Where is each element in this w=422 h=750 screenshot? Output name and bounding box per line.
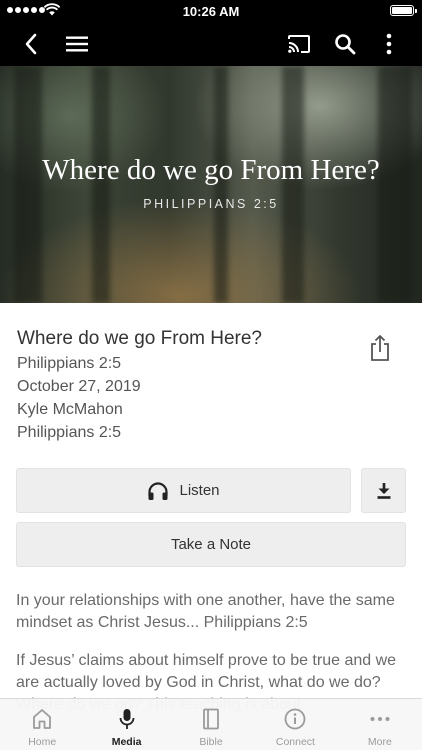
bottom-tab-bar: Home Media Bible Connect More <box>0 698 422 750</box>
search-icon <box>335 34 356 55</box>
listen-label: Listen <box>179 482 220 499</box>
back-button[interactable] <box>15 28 47 60</box>
sermon-title: Where do we go From Here? <box>17 328 262 349</box>
download-icon <box>377 482 390 499</box>
share-button[interactable] <box>364 332 396 364</box>
hero-title: Where do we go From Here? <box>42 154 380 186</box>
sermon-date: October 27, 2019 <box>17 378 141 395</box>
tab-more[interactable]: More <box>338 699 422 750</box>
search-button[interactable] <box>329 28 361 60</box>
tab-bible-label: Bible <box>199 736 223 748</box>
take-a-note-label: Take a Note <box>170 536 252 553</box>
tab-home[interactable]: Home <box>0 699 84 750</box>
hamburger-menu-icon <box>66 36 88 52</box>
take-a-note-button[interactable]: Take a Note <box>16 522 406 567</box>
top-nav-bar <box>0 22 422 66</box>
battery-icon <box>390 5 417 16</box>
tab-media-label: Media <box>111 736 142 748</box>
sermon-speaker: Kyle McMahon <box>17 401 123 418</box>
menu-button[interactable] <box>61 28 93 60</box>
sermon-hero-banner: Where do we go From Here? PHILIPPIANS 2:… <box>0 66 422 303</box>
info-icon <box>285 708 306 730</box>
description-paragraph: In your relationships with one another, … <box>16 592 395 631</box>
tab-media[interactable]: Media <box>84 699 168 750</box>
tab-more-label: More <box>367 736 392 748</box>
book-icon <box>203 708 219 730</box>
chevron-left-icon <box>25 33 37 55</box>
sermon-scripture: Philippians 2:5 <box>17 355 122 372</box>
tab-home-label: Home <box>28 736 57 748</box>
download-button[interactable] <box>361 468 406 513</box>
sermon-scripture-reference: Philippians 2:5 <box>17 424 122 441</box>
microphone-icon <box>119 709 135 729</box>
hero-subtitle: PHILIPPIANS 2:5 <box>143 197 279 211</box>
home-icon <box>33 709 52 729</box>
status-bar: 10:26 AM <box>0 0 422 22</box>
sermon-details: Where do we go From Here? Philippians 2:… <box>17 326 357 444</box>
cast-icon <box>288 35 310 53</box>
tab-connect[interactable]: Connect <box>253 699 337 750</box>
overflow-menu-button[interactable] <box>373 28 405 60</box>
cast-button[interactable] <box>283 28 315 60</box>
status-time: 10:26 AM <box>182 4 240 19</box>
headphones-icon <box>148 481 169 500</box>
listen-button[interactable]: Listen <box>16 468 351 513</box>
vertical-dots-icon <box>386 33 392 55</box>
share-icon <box>371 335 389 361</box>
tab-connect-label: Connect <box>275 736 315 748</box>
tab-bible[interactable]: Bible <box>169 699 253 750</box>
more-dots-icon <box>370 717 390 721</box>
